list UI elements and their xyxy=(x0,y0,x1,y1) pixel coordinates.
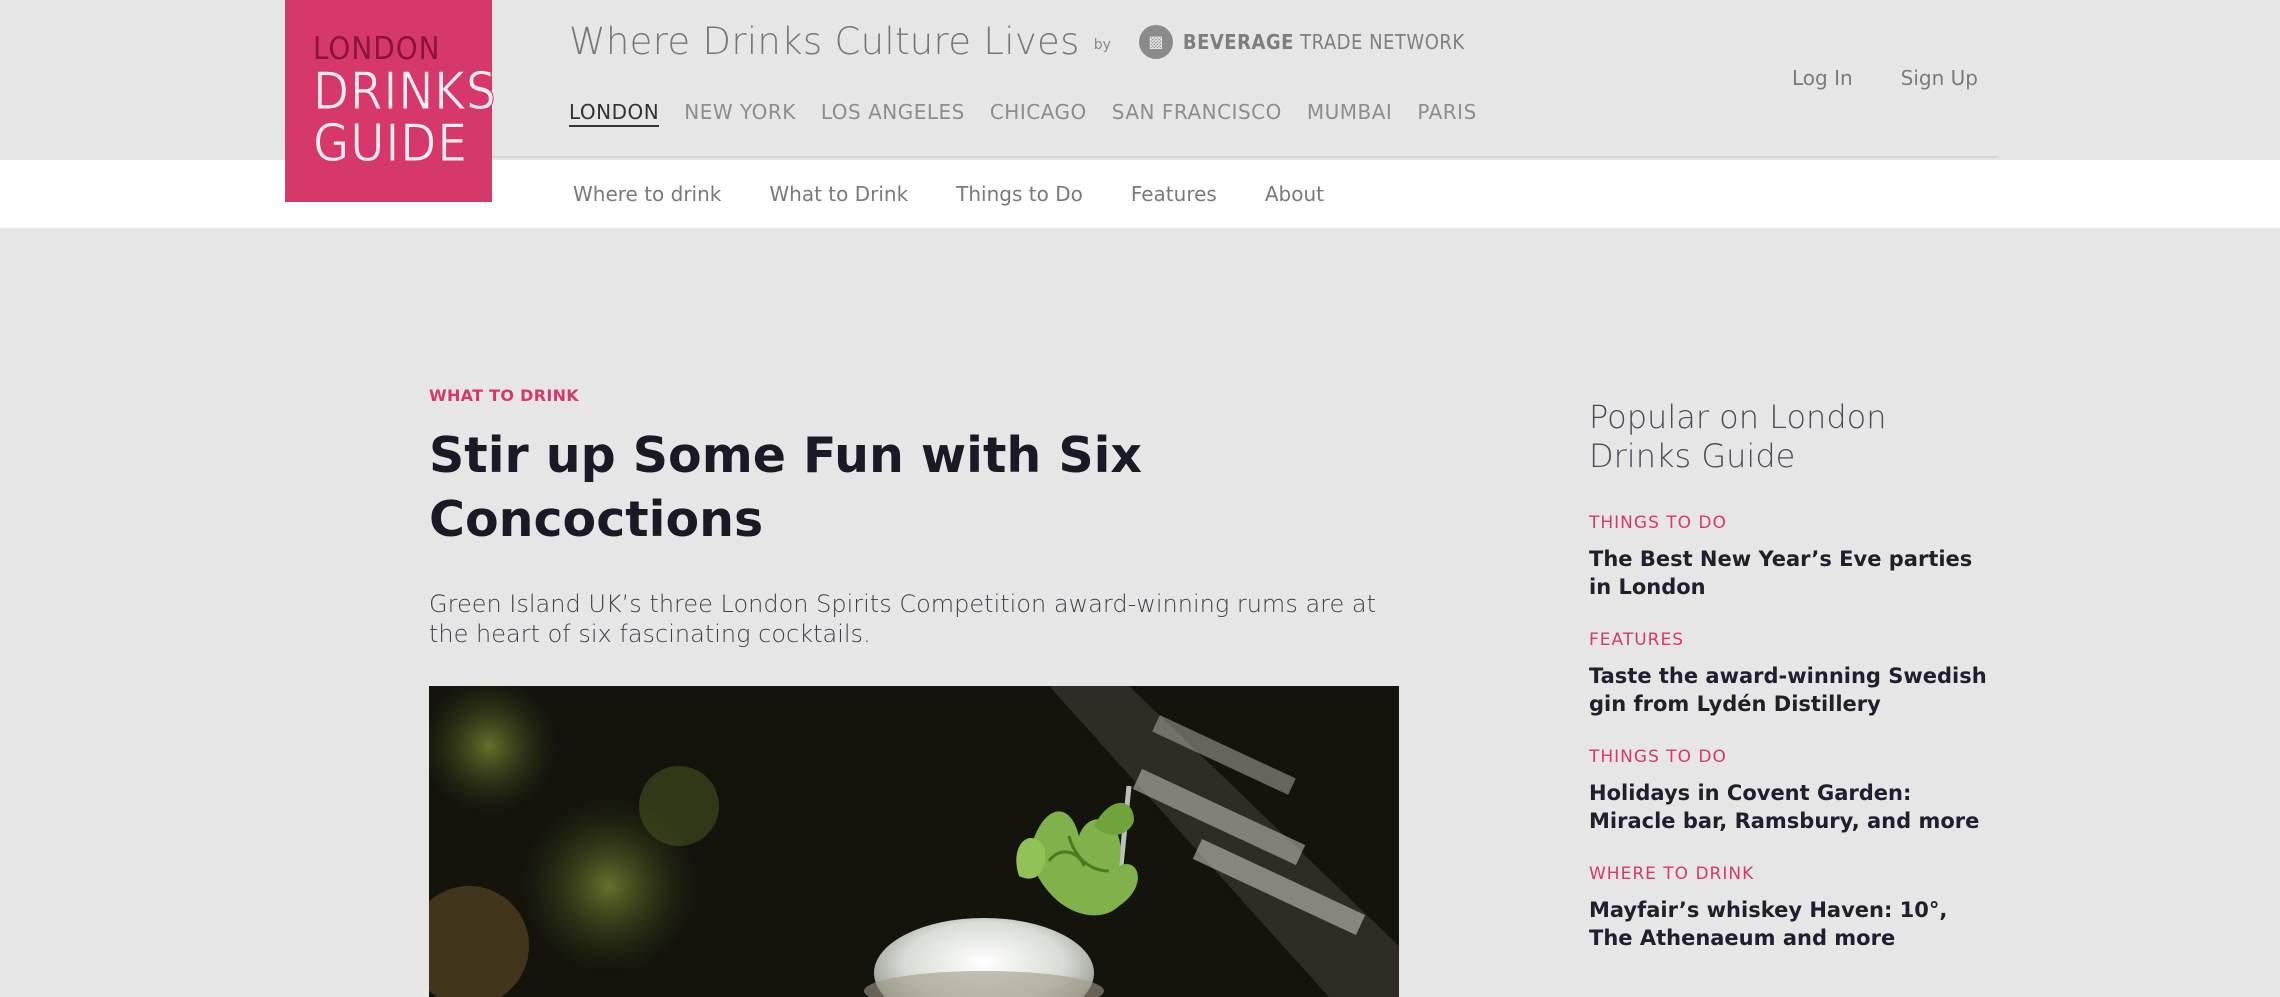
popular-item-category[interactable]: THINGS TO DO xyxy=(1589,513,1989,533)
popular-item-headline[interactable]: Holidays in Covent Garden: Miracle bar, … xyxy=(1589,779,1989,835)
header-divider xyxy=(285,156,1998,158)
signup-link[interactable]: Sign Up xyxy=(1901,66,1978,90)
city-nav: LONDON NEW YORK LOS ANGELES CHICAGO SAN FRAN… xyxy=(569,100,1477,127)
subnav-things-to-do[interactable]: Things to Do xyxy=(956,182,1083,206)
popular-item-headline[interactable]: Mayfair’s whiskey Haven: 10°, The Athena… xyxy=(1589,896,1989,952)
subnav-what-to-drink[interactable]: What to Drink xyxy=(769,182,908,206)
subnav-where-to-drink[interactable]: Where to drink xyxy=(573,182,721,206)
popular-item[interactable]: WHERE TO DRINK Mayfair’s whiskey Haven: 1… xyxy=(1589,864,1989,952)
city-tab-los-angeles[interactable]: LOS ANGELES xyxy=(821,100,965,127)
tagline-by: by xyxy=(1093,36,1111,53)
city-tab-chicago[interactable]: CHICAGO xyxy=(990,100,1087,127)
popular-item[interactable]: THINGS TO DO The Best New Year’s Eve part… xyxy=(1589,513,1989,601)
bottle-badge-icon: ▩ xyxy=(1138,24,1173,59)
cocktail-photo xyxy=(429,686,1399,997)
popular-item-headline[interactable]: Taste the award-winning Swedish gin from… xyxy=(1589,662,1989,718)
popular-item-category[interactable]: FEATURES xyxy=(1589,630,1989,650)
hero-image xyxy=(429,686,1399,997)
popular-item-category[interactable]: WHERE TO DRINK xyxy=(1589,864,1989,884)
popular-item-headline[interactable]: The Best New Year’s Eve parties in Londo… xyxy=(1589,545,1989,601)
logo-line-3: GUIDE xyxy=(313,114,468,174)
article-category[interactable]: WHAT TO DRINK xyxy=(429,386,579,405)
popular-item[interactable]: FEATURES Taste the award-winning Swedish … xyxy=(1589,630,1989,718)
subnav-features[interactable]: Features xyxy=(1131,182,1217,206)
subnav-about[interactable]: About xyxy=(1265,182,1324,206)
city-tab-paris[interactable]: PARIS xyxy=(1417,100,1476,127)
logo-line-2: DRINKS xyxy=(313,62,497,122)
city-tab-new-york[interactable]: NEW YORK xyxy=(684,100,796,127)
article-subtitle: Green Island UK’s three London Spirits C… xyxy=(429,590,1377,648)
auth-links: Log In Sign Up xyxy=(1792,66,1978,90)
article-title: Stir up Some Fun with Six Concoctions xyxy=(429,427,1143,548)
logo-line-1: LONDON xyxy=(313,31,441,67)
site-logo[interactable]: LONDON DRINKS GUIDE xyxy=(285,0,497,202)
sidebar-title: Popular on London Drinks Guide xyxy=(1589,398,1887,475)
beverage-trade-network-logo[interactable]: ▩ BEVERAGE TRADE NETWORK xyxy=(1138,24,1465,59)
popular-item[interactable]: THINGS TO DO Holidays in Covent Garden: M… xyxy=(1589,747,1989,835)
login-link[interactable]: Log In xyxy=(1792,66,1853,90)
popular-item-category[interactable]: THINGS TO DO xyxy=(1589,747,1989,767)
city-tab-london[interactable]: LONDON xyxy=(569,100,660,127)
tagline-text: Where Drinks Culture Lives xyxy=(569,20,1080,63)
city-tab-mumbai[interactable]: MUMBAI xyxy=(1307,100,1392,127)
partner-name: BEVERAGE TRADE NETWORK xyxy=(1182,29,1465,54)
city-tab-san-francisco[interactable]: SAN FRANCISCO xyxy=(1112,100,1282,127)
site-tagline: Where Drinks Culture Lives by ▩ BEVERAGE… xyxy=(569,20,1465,63)
